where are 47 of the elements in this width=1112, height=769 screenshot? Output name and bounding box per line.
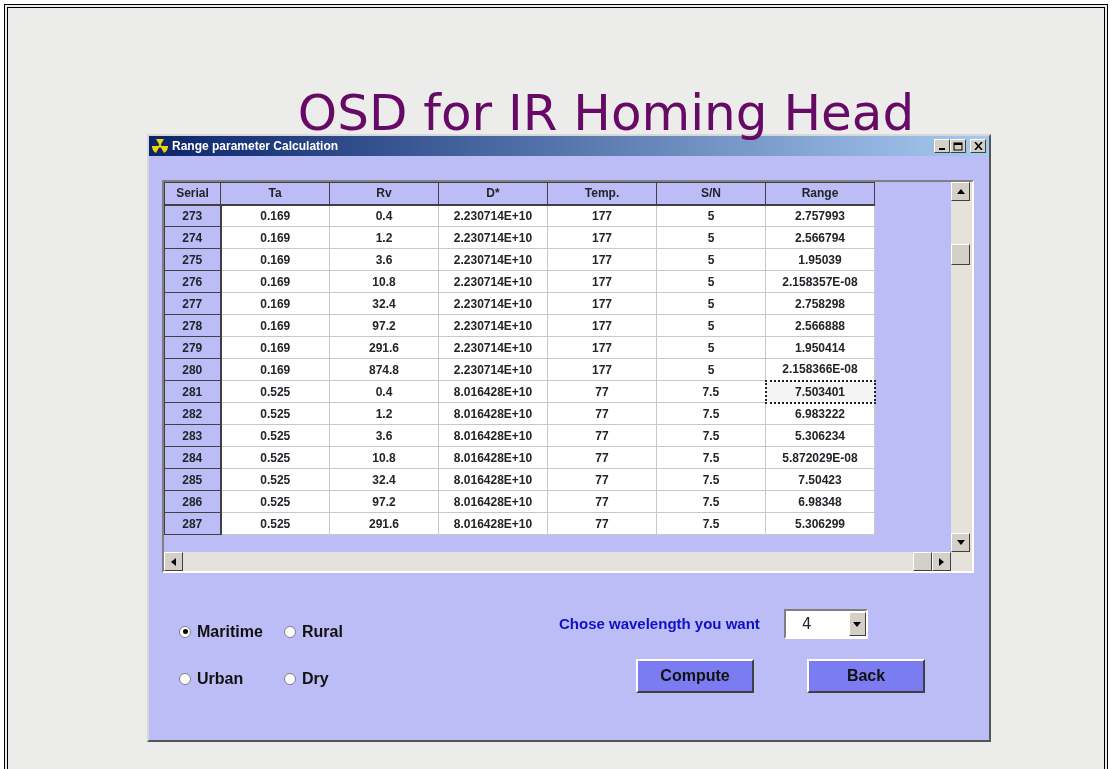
action-button[interactable]: Compute: [636, 659, 754, 693]
action-button[interactable]: Back: [807, 659, 925, 693]
maximize-button[interactable]: [950, 139, 966, 153]
close-button[interactable]: [970, 139, 986, 153]
radio-button[interactable]: [179, 672, 191, 685]
maximize-icon: [953, 141, 963, 151]
row-header: 281: [164, 380, 221, 403]
row-header: 282: [164, 402, 221, 425]
radio-button[interactable]: [284, 672, 296, 685]
slide-title: OSD for IR Homing Head: [297, 88, 916, 138]
row-header: 274: [164, 226, 221, 249]
wavelength-dropdown[interactable]: 4: [783, 609, 868, 639]
row-header: 283: [164, 424, 221, 447]
wavelength-label: Chose wavelength you want: [559, 613, 760, 634]
row-header: 277: [164, 292, 221, 315]
row-header: 285: [164, 468, 221, 491]
window-title: Range parameter Calculation: [172, 138, 339, 155]
row-header: 286: [164, 490, 221, 513]
radio-button[interactable]: [284, 625, 296, 638]
radio-option[interactable]: Urban: [179, 664, 284, 693]
scroll-thumb[interactable]: [951, 244, 970, 265]
column-header[interactable]: Rv: [329, 182, 439, 205]
column-header[interactable]: Range: [765, 182, 875, 205]
radio-option[interactable]: Rural: [284, 617, 384, 646]
scroll-thumb[interactable]: [913, 552, 932, 571]
minimize-button[interactable]: [934, 139, 950, 153]
radio-option[interactable]: Maritime: [179, 617, 284, 646]
vertical-scrollbar[interactable]: [951, 182, 972, 552]
row-header: 278: [164, 314, 221, 337]
radio-option[interactable]: Dry: [284, 664, 384, 693]
column-header[interactable]: Ta: [220, 182, 330, 205]
row-header: 287: [164, 512, 221, 535]
row-header: 280: [164, 358, 221, 381]
row-header: 276: [164, 270, 221, 293]
row-header: 284: [164, 446, 221, 469]
column-header[interactable]: Serial: [164, 182, 221, 205]
row-header: 275: [164, 248, 221, 271]
row-header: 279: [164, 336, 221, 359]
column-header[interactable]: S/N: [656, 182, 766, 205]
radiation-icon: [152, 139, 168, 153]
column-header[interactable]: Temp.: [547, 182, 657, 205]
horizontal-scrollbar[interactable]: [164, 552, 972, 571]
row-header: 273: [164, 204, 221, 227]
radio-button[interactable]: [179, 625, 191, 638]
column-header[interactable]: D*: [438, 182, 548, 205]
close-icon: [973, 142, 983, 150]
table-cell: 7.503401: [765, 380, 875, 403]
